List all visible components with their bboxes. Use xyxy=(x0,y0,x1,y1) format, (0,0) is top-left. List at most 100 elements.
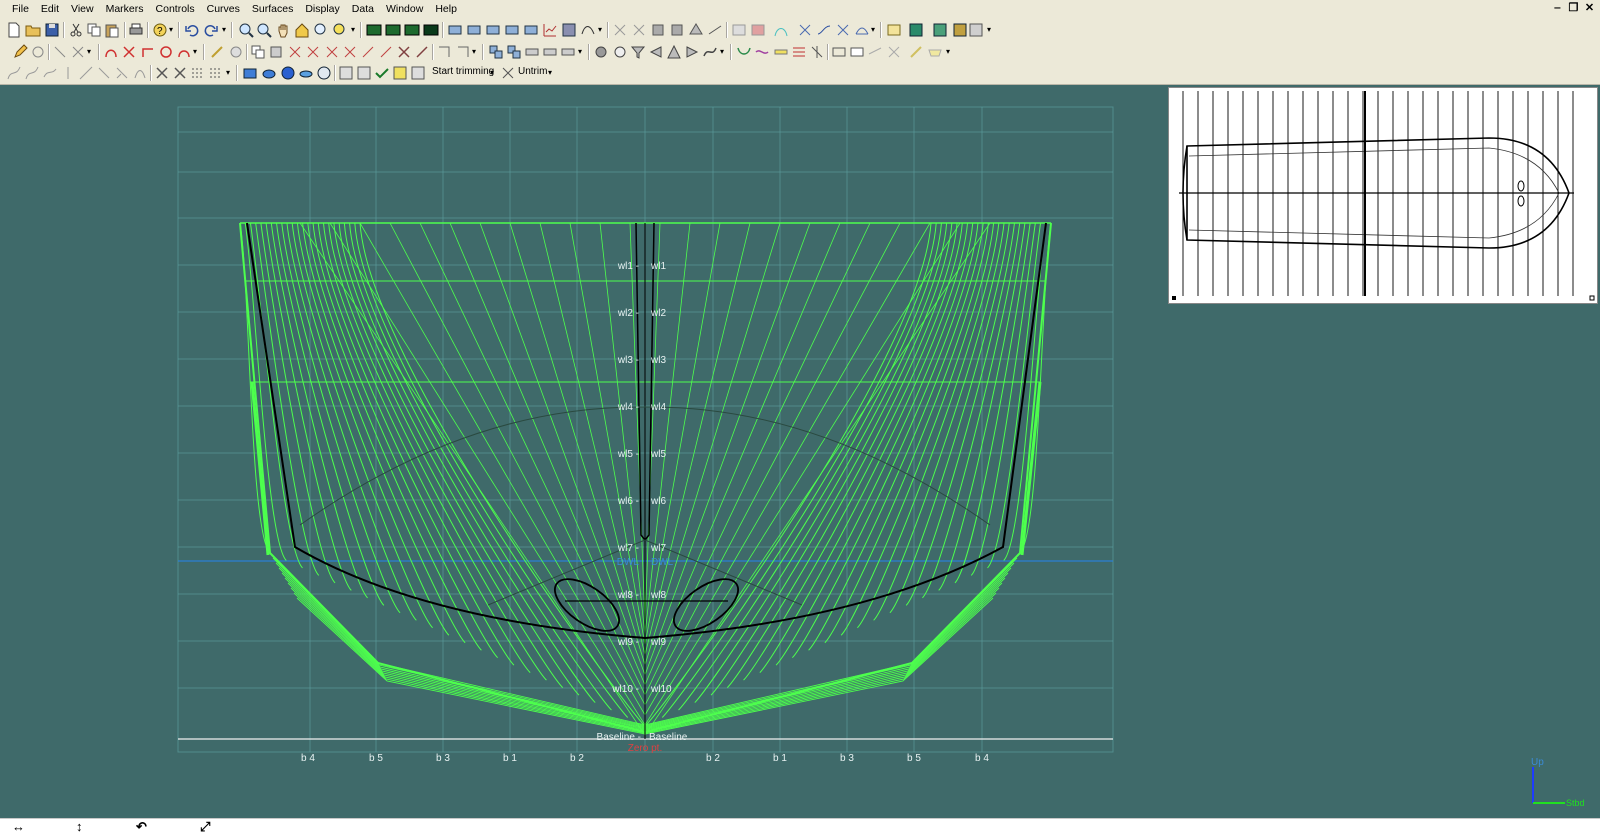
section-display-3-icon[interactable] xyxy=(867,44,883,60)
fairness-tool-2-icon[interactable] xyxy=(750,22,766,38)
curvature-tool-icon[interactable] xyxy=(773,22,789,38)
markers-tool-6-icon[interactable] xyxy=(707,22,723,38)
table-view-icon[interactable] xyxy=(968,22,984,38)
markers-tool-icon[interactable] xyxy=(612,22,628,38)
spline-6-icon[interactable] xyxy=(96,65,112,81)
group-3-icon[interactable] xyxy=(524,44,540,60)
restore-button[interactable]: ❐ xyxy=(1567,1,1580,16)
edit-tool-4-icon[interactable] xyxy=(342,44,358,60)
menu-controls[interactable]: Controls xyxy=(150,0,201,19)
menu-markers[interactable]: Markers xyxy=(100,0,150,19)
copy-object-icon[interactable] xyxy=(250,44,266,60)
zoom-dropdown-icon[interactable]: ▾ xyxy=(351,25,355,34)
zoom-out-icon[interactable] xyxy=(256,22,272,38)
minimize-button[interactable]: ‒ xyxy=(1551,1,1564,16)
resize-horizontal-icon[interactable]: ↔ xyxy=(12,819,25,834)
solid-3-icon[interactable] xyxy=(280,65,296,81)
group-dropdown-icon[interactable]: ▾ xyxy=(578,47,582,56)
curve-red-icon[interactable] xyxy=(103,44,119,60)
surface-tool-2-icon[interactable] xyxy=(466,22,482,38)
trim-dropdown-icon[interactable]: ▾ xyxy=(226,68,230,77)
arrow-left-icon[interactable] xyxy=(648,44,664,60)
curvature-tool-2-icon[interactable] xyxy=(797,22,813,38)
pencil-icon[interactable] xyxy=(12,44,28,60)
markers-tool-5-icon[interactable] xyxy=(688,22,704,38)
menu-data[interactable]: Data xyxy=(346,0,380,19)
transform-dropdown-icon[interactable]: ▾ xyxy=(472,47,476,56)
spline-5-icon[interactable] xyxy=(78,65,94,81)
section-display-4-icon[interactable] xyxy=(886,44,902,60)
untrim-dropdown-icon[interactable]: ▾ xyxy=(548,68,552,77)
markers-tool-2-icon[interactable] xyxy=(631,22,647,38)
zoom-window-icon[interactable] xyxy=(313,22,329,38)
circle-outline-icon[interactable] xyxy=(612,44,628,60)
paste-object-icon[interactable] xyxy=(268,44,284,60)
ops-3-icon[interactable] xyxy=(374,65,390,81)
curvature-dropdown-icon[interactable]: ▾ xyxy=(871,25,875,34)
start-trimming-dropdown-icon[interactable]: ▾ xyxy=(490,68,494,77)
curve-red-2-icon[interactable] xyxy=(121,44,137,60)
view-dropdown-icon[interactable]: ▾ xyxy=(987,25,991,34)
paste-icon[interactable] xyxy=(104,22,120,38)
edit-tool-icon[interactable] xyxy=(287,44,303,60)
new-file-icon[interactable] xyxy=(6,22,22,38)
solid-5-icon[interactable] xyxy=(316,65,332,81)
hull-display-3-icon[interactable] xyxy=(773,44,789,60)
graph-icon[interactable] xyxy=(542,22,558,38)
table-icon[interactable] xyxy=(561,22,577,38)
solid-2-icon[interactable] xyxy=(261,65,277,81)
cut-icon[interactable] xyxy=(68,22,84,38)
home-view-icon[interactable] xyxy=(294,22,310,38)
markers-tool-4-icon[interactable] xyxy=(669,22,685,38)
zoom-fit-icon[interactable]: ⤢ xyxy=(200,819,210,834)
edit-tool-2-icon[interactable] xyxy=(305,44,321,60)
help-dropdown-icon[interactable]: ▾ xyxy=(169,25,173,34)
view-perspective-icon[interactable] xyxy=(423,22,439,38)
ops-4-icon[interactable] xyxy=(392,65,408,81)
solid-4-icon[interactable] xyxy=(298,65,314,81)
curve-red-3-icon[interactable] xyxy=(140,44,156,60)
arc-icon[interactable] xyxy=(176,44,192,60)
section-display-2-icon[interactable] xyxy=(849,44,865,60)
zoom-extents-icon[interactable] xyxy=(332,22,348,38)
menu-curves[interactable]: Curves xyxy=(201,0,246,19)
spline-8-icon[interactable] xyxy=(132,65,148,81)
redo-dropdown-icon[interactable]: ▾ xyxy=(222,25,226,34)
edit-tool-5-icon[interactable] xyxy=(360,44,376,60)
spline-2-icon[interactable] xyxy=(24,65,40,81)
rotate-icon[interactable] xyxy=(30,44,46,60)
edit-tool-6-icon[interactable] xyxy=(378,44,394,60)
surface-tool-3-icon[interactable] xyxy=(485,22,501,38)
redo-icon[interactable] xyxy=(203,22,219,38)
curve-dropdown-2-icon[interactable]: ▾ xyxy=(193,47,197,56)
knife-icon[interactable] xyxy=(209,44,225,60)
spline-4-icon[interactable] xyxy=(60,65,76,81)
menu-help[interactable]: Help xyxy=(429,0,463,19)
spline-icon[interactable] xyxy=(6,65,22,81)
trim-2-icon[interactable] xyxy=(172,65,188,81)
body-plan-viewport[interactable]: wl1 - wl1 wl2 - wl2 wl3 - wl3 wl4 - wl4 wl5 - wl5… xyxy=(0,85,1600,818)
close-button[interactable]: ✕ xyxy=(1583,1,1596,16)
spline-7-icon[interactable] xyxy=(114,65,130,81)
light-dropdown-icon[interactable]: ▾ xyxy=(946,47,950,56)
view-body-icon[interactable] xyxy=(404,22,420,38)
hull-display-5-icon[interactable] xyxy=(809,44,825,60)
texture-icon[interactable] xyxy=(952,22,968,38)
grid-icon[interactable] xyxy=(932,22,948,38)
pyramid-icon[interactable] xyxy=(666,44,682,60)
shape-dropdown-icon[interactable]: ▾ xyxy=(720,47,724,56)
hull-display-4-icon[interactable] xyxy=(791,44,807,60)
render-icon[interactable] xyxy=(908,22,924,38)
trim-4-icon[interactable] xyxy=(208,65,224,81)
surface-tool-icon[interactable] xyxy=(447,22,463,38)
ops-5-icon[interactable] xyxy=(410,65,426,81)
menu-window[interactable]: Window xyxy=(380,0,429,19)
morph-icon[interactable] xyxy=(702,44,718,60)
group-4-icon[interactable] xyxy=(542,44,558,60)
hull-display-2-icon[interactable] xyxy=(754,44,770,60)
sphere-icon[interactable] xyxy=(593,44,609,60)
moon-icon[interactable] xyxy=(228,44,244,60)
untrim-button[interactable]: Untrim xyxy=(518,66,547,77)
view-plan-icon[interactable] xyxy=(385,22,401,38)
markers-tool-3-icon[interactable] xyxy=(650,22,666,38)
